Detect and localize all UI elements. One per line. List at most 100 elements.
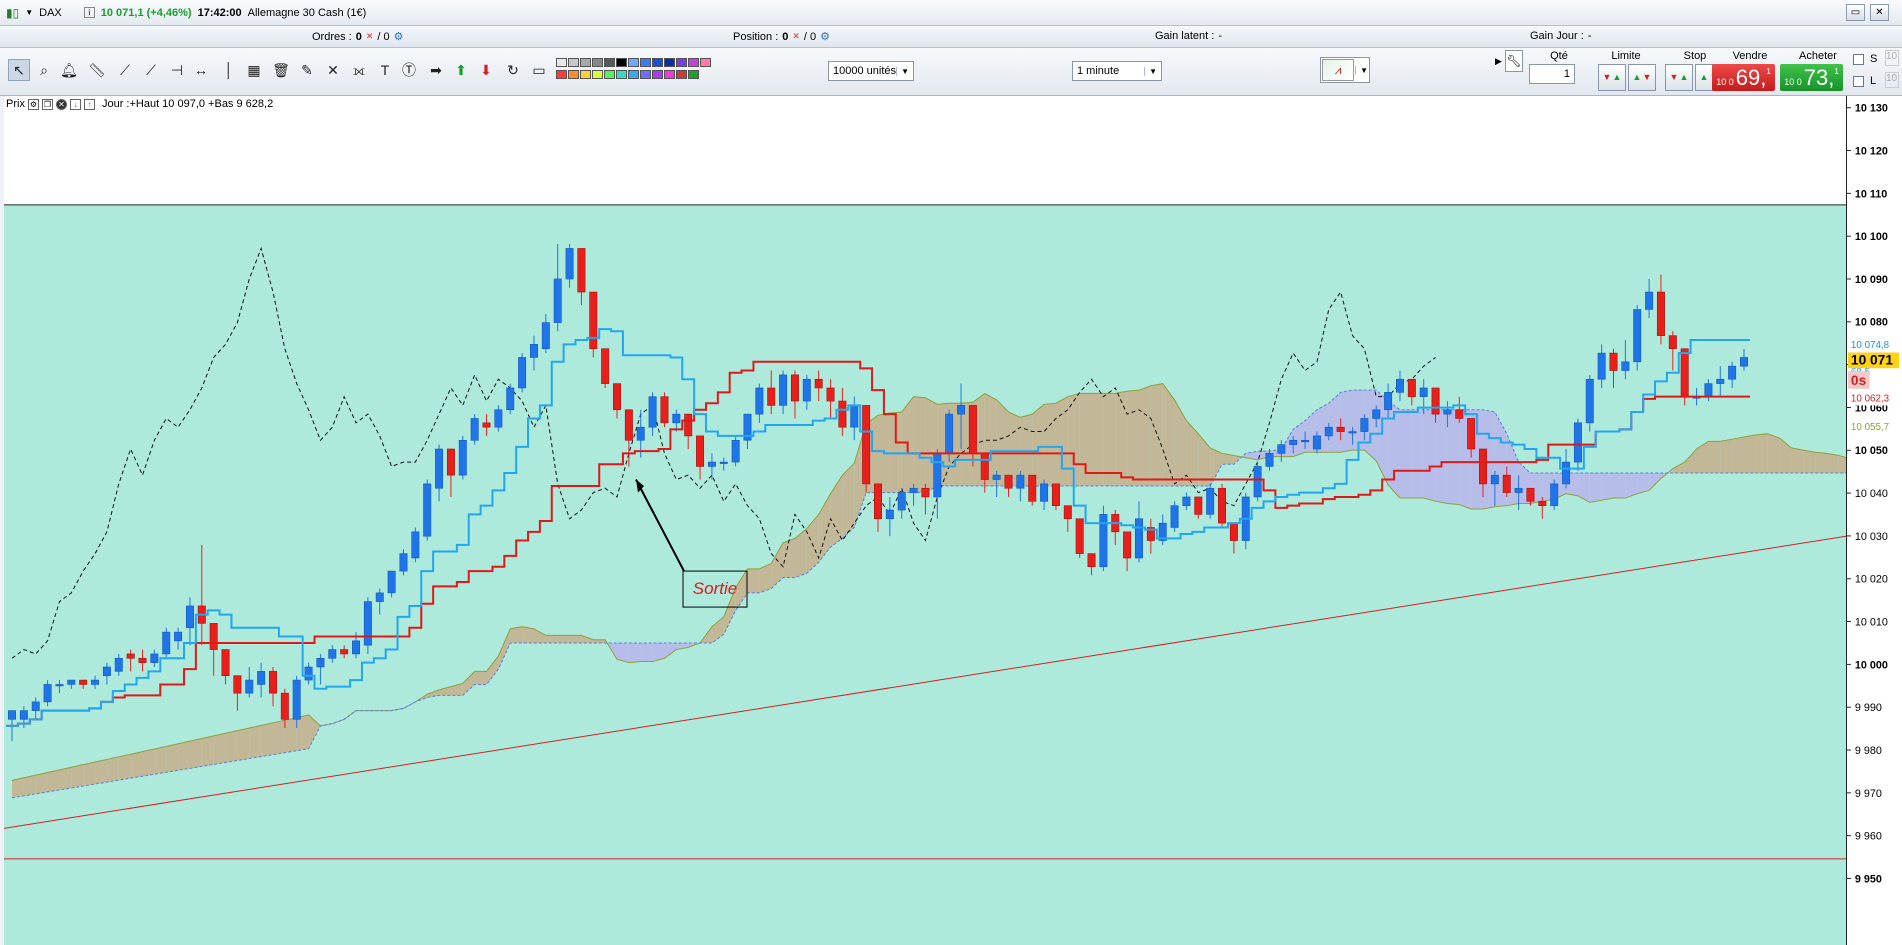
color-swatch[interactable] xyxy=(652,58,663,67)
checkbox-l[interactable] xyxy=(1853,76,1864,87)
fibonacci-icon[interactable]: ⟗ xyxy=(348,59,370,81)
color-swatch[interactable] xyxy=(676,70,687,79)
color-swatch[interactable] xyxy=(604,70,615,79)
horizontal-line-icon[interactable]: ⊣ xyxy=(166,59,188,81)
limit-sell-button[interactable]: ▲ ▼ xyxy=(1628,64,1656,91)
price-chart[interactable]: Sortie xyxy=(4,96,1846,945)
cloud-segment xyxy=(1150,383,1163,487)
pointer-tool-icon[interactable]: ↖ xyxy=(8,59,30,81)
alert-bell-icon[interactable]: 🔔︎ xyxy=(58,59,80,81)
minimize-button[interactable]: ▭ xyxy=(1846,4,1865,21)
checkbox-s[interactable] xyxy=(1853,54,1864,65)
copy-icon[interactable]: ❐ xyxy=(41,98,53,110)
color-swatch[interactable] xyxy=(592,70,603,79)
cloud-segment xyxy=(225,730,238,763)
close-button[interactable]: ✕ xyxy=(1870,4,1889,21)
candle xyxy=(601,348,610,388)
cloud-segment xyxy=(783,538,795,578)
horizontal-ray-icon[interactable]: ↔ xyxy=(190,59,212,81)
cloud-segment xyxy=(272,720,285,755)
candle-body xyxy=(850,405,859,428)
units-select[interactable]: 10000 unités ▼ xyxy=(828,61,914,81)
color-swatch[interactable] xyxy=(640,58,651,67)
cloud-segment xyxy=(83,762,96,787)
arrow-up-icon[interactable]: ⬆ xyxy=(450,59,472,81)
buy-button[interactable]: 10 0 73, 1 xyxy=(1780,64,1843,91)
orders-settings-icon[interactable]: ⚙ xyxy=(394,30,404,43)
latent-gain-label: Gain latent : xyxy=(1155,30,1215,42)
trading-app: ▮▯ ▼ DAX i 10 071,1 (+4,46%) 17:42:00 Al… xyxy=(0,0,1902,945)
color-swatch[interactable] xyxy=(580,70,591,79)
color-swatch[interactable] xyxy=(664,70,675,79)
chart-type-select[interactable]: ⩘ ▼ xyxy=(1320,57,1370,83)
axis-tick-label: 10 120 xyxy=(1855,145,1888,157)
color-swatch[interactable] xyxy=(568,70,579,79)
zoom-icon[interactable]: ⌕ xyxy=(33,59,55,81)
candle-body xyxy=(755,387,764,415)
move-up-icon[interactable]: ↑ xyxy=(83,98,95,110)
color-swatch[interactable] xyxy=(676,58,687,67)
instrument-name[interactable]: DAX xyxy=(39,7,62,19)
arrow-down-icon[interactable]: ⬇ xyxy=(475,59,497,81)
color-swatch[interactable] xyxy=(640,70,651,79)
color-swatch[interactable] xyxy=(556,58,567,67)
color-swatch[interactable] xyxy=(568,58,579,67)
color-swatch[interactable] xyxy=(604,58,615,67)
chart-icon[interactable]: ▮▯ xyxy=(6,6,19,20)
limit-buy-button[interactable]: ▼ ▲ xyxy=(1598,64,1626,91)
arrow-right-icon[interactable]: ➡ xyxy=(425,59,447,81)
wrench-icon[interactable]: 🔧︎ xyxy=(1505,50,1523,72)
qty-input[interactable]: 1 xyxy=(1529,64,1575,84)
color-swatch[interactable] xyxy=(592,58,603,67)
trash-icon[interactable]: 🗑︎ xyxy=(270,59,292,81)
collapse-panel-icon[interactable]: ▶ xyxy=(1495,56,1502,67)
move-down-icon[interactable]: ↓ xyxy=(69,98,81,110)
cloud-segment xyxy=(296,714,309,751)
cancel-orders-icon[interactable]: ✕ xyxy=(366,31,374,42)
color-swatch[interactable] xyxy=(616,58,627,67)
text-tool-icon[interactable]: T xyxy=(374,59,396,81)
tools-icon[interactable]: ✎ xyxy=(296,59,318,81)
color-swatch[interactable] xyxy=(580,58,591,67)
line-tool-icon[interactable]: ⟋ xyxy=(114,59,136,81)
color-swatch[interactable] xyxy=(688,70,699,79)
interval-select[interactable]: 1 minute ▼ xyxy=(1072,61,1162,81)
stop-buy-button[interactable]: ▼ ▲ xyxy=(1665,64,1693,91)
candle-body xyxy=(684,413,693,437)
settings-icon[interactable]: ⚙ xyxy=(27,98,39,110)
note-tool-icon[interactable]: Ⓣ xyxy=(398,59,420,81)
cycle-icon[interactable]: ↻ xyxy=(502,59,524,81)
ray-tool-icon[interactable]: ⟋ xyxy=(140,59,162,81)
cloud-segment xyxy=(1613,472,1626,499)
cross-tool-icon[interactable]: ✕ xyxy=(322,59,344,81)
color-swatch[interactable] xyxy=(664,58,675,67)
cloud-segment xyxy=(842,463,855,539)
vertical-line-icon[interactable]: │ xyxy=(218,59,240,81)
close-icon[interactable]: ✕ xyxy=(55,98,67,110)
candle-body xyxy=(790,374,799,402)
info-icon[interactable]: i xyxy=(83,7,95,18)
position-settings-icon[interactable]: ⚙ xyxy=(820,30,830,43)
candle-body xyxy=(1550,483,1559,506)
color-swatch[interactable] xyxy=(556,70,567,79)
candle-body xyxy=(719,461,728,464)
candle-body xyxy=(660,396,669,424)
close-position-icon[interactable]: ✕ xyxy=(792,31,800,42)
indicator-icon[interactable]: ▦ xyxy=(243,59,265,81)
candle-body xyxy=(1728,365,1737,380)
cloud-segment xyxy=(913,396,926,493)
cloud-segment xyxy=(1827,453,1839,473)
candle-body xyxy=(1229,522,1238,541)
color-swatch[interactable] xyxy=(700,58,711,67)
candle-body xyxy=(316,657,325,668)
color-swatch[interactable] xyxy=(652,70,663,79)
ruler-icon[interactable]: 📏︎ xyxy=(86,59,108,81)
instrument-dropdown-icon[interactable]: ▼ xyxy=(25,8,33,17)
price-axis[interactable]: 10 130 10 120 10 110 10 100 10 090 10 080 10 0… xyxy=(1846,96,1902,945)
color-swatch[interactable] xyxy=(628,58,639,67)
color-swatch[interactable] xyxy=(616,70,627,79)
sell-button[interactable]: 10 0 69, 1 xyxy=(1712,64,1775,91)
rectangle-tool-icon[interactable]: ▭ xyxy=(528,59,550,81)
color-swatch[interactable] xyxy=(688,58,699,67)
color-swatch[interactable] xyxy=(628,70,639,79)
